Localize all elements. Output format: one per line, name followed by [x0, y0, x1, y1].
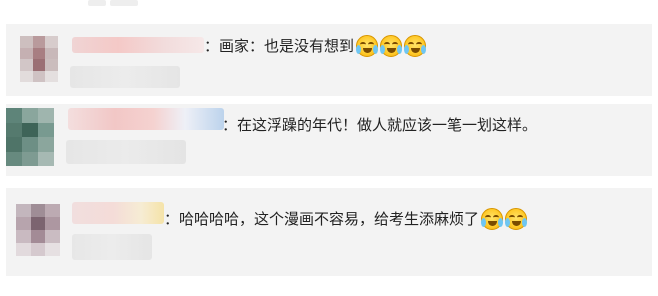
- comment-text-row: ： 画家：也是没有想到: [204, 35, 427, 57]
- laugh-cry-emoji-icon: [505, 208, 528, 230]
- comment-text: 在这浮躁的年代！做人就应该一笔一划这样。: [237, 116, 538, 134]
- avatar[interactable]: [16, 204, 60, 256]
- comment-separator: ：: [164, 210, 180, 228]
- comment-text: 哈哈哈哈，这个漫画不容易，给考生添麻烦了: [179, 210, 480, 228]
- blurred-secondary-text: [70, 66, 180, 88]
- comment-text: 画家：也是没有想到: [219, 37, 355, 55]
- avatar[interactable]: [20, 36, 58, 82]
- comment-card: ： 哈哈哈哈，这个漫画不容易，给考生添麻烦了: [6, 188, 652, 276]
- username-blurred[interactable]: [68, 108, 224, 130]
- blurred-secondary-text: [66, 140, 186, 164]
- comment-separator: ：: [204, 37, 220, 55]
- comment-text-row: ： 哈哈哈哈，这个漫画不容易，给考生添麻烦了: [164, 208, 528, 230]
- blurred-text-fragment: [88, 0, 106, 6]
- username-blurred[interactable]: [72, 37, 204, 53]
- laugh-cry-emoji-icon: [356, 35, 379, 57]
- comment-text-row: ： 在这浮躁的年代！做人就应该一笔一划这样。: [222, 114, 537, 136]
- avatar[interactable]: [6, 108, 54, 166]
- username-blurred[interactable]: [72, 202, 164, 224]
- laugh-cry-emoji-icon: [380, 35, 403, 57]
- blurred-secondary-text: [72, 234, 152, 260]
- top-cropped-strip: [0, 0, 658, 22]
- blurred-text-fragment: [110, 0, 138, 6]
- laugh-cry-emoji-icon: [481, 208, 504, 230]
- laugh-cry-emoji-icon: [404, 35, 427, 57]
- comment-separator: ：: [222, 116, 238, 134]
- comment-card: ： 在这浮躁的年代！做人就应该一笔一划这样。: [6, 104, 652, 176]
- comment-card: ： 画家：也是没有想到: [6, 24, 652, 96]
